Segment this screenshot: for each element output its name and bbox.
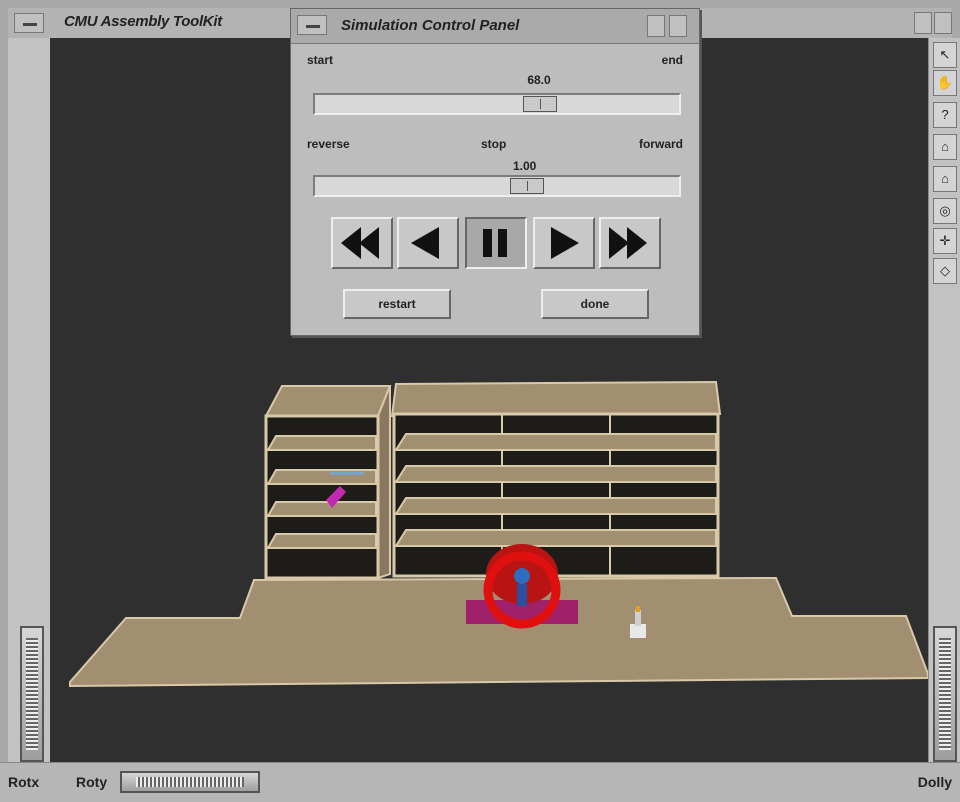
done-button[interactable]: done (541, 289, 649, 319)
roty-thumbwheel[interactable] (120, 771, 260, 793)
minimize-button[interactable] (914, 12, 932, 34)
help-icon[interactable]: ? (933, 102, 957, 128)
left-decoration (8, 38, 51, 762)
panel-menu-button[interactable] (297, 15, 327, 35)
viewer-bottom-bar: Rotx Roty Dolly (0, 762, 960, 802)
dolly-thumbwheel[interactable] (933, 626, 957, 762)
time-slider[interactable] (313, 93, 681, 115)
seek-icon[interactable]: ✛ (933, 228, 957, 254)
restart-button[interactable]: restart (343, 289, 451, 319)
view-hand-icon[interactable]: ✋ (933, 70, 957, 96)
speed-value: 1.00 (513, 159, 537, 173)
roty-label: Roty (76, 774, 108, 790)
reverse-play-icon (411, 227, 439, 259)
dolly-label: Dolly (917, 774, 952, 790)
left-shelf-unit (264, 385, 392, 580)
rotx-thumbwheel[interactable] (20, 626, 44, 762)
right-shelf-unit (390, 380, 722, 578)
rotx-label: Rotx (8, 774, 40, 790)
view-all-icon[interactable]: ◎ (933, 198, 957, 224)
play-icon (551, 227, 579, 259)
fast-rewind-button[interactable] (331, 217, 393, 269)
time-slider-thumb[interactable] (523, 96, 557, 112)
fast-rewind-icon (341, 227, 379, 259)
stop-label: stop (481, 137, 507, 151)
play-button[interactable] (533, 217, 595, 269)
main-window-title: CMU Assembly ToolKit (64, 13, 222, 30)
start-label: start (307, 53, 334, 67)
fast-forward-button[interactable] (599, 217, 661, 269)
pick-arrow-icon[interactable]: ↖ (933, 42, 957, 68)
end-label: end (661, 53, 683, 67)
panel-minimize-button[interactable] (647, 15, 665, 37)
time-value: 68.0 (527, 73, 551, 87)
simulation-control-panel: Simulation Control Panel start end 68.0 … (290, 8, 700, 336)
speed-slider-thumb[interactable] (510, 178, 544, 194)
forward-label: forward (638, 137, 683, 151)
reverse-label: reverse (307, 137, 350, 151)
pause-icon (483, 229, 507, 257)
maximize-button[interactable] (934, 12, 952, 34)
panel-maximize-button[interactable] (669, 15, 687, 37)
speed-slider[interactable] (313, 175, 681, 197)
viewer-toolbar: ↖ ✋ ? ⌂ ⌂ ◎ ✛ ◇ (928, 38, 960, 762)
home-icon[interactable]: ⌂ (933, 134, 957, 160)
panel-title-bar[interactable]: Simulation Control Panel (291, 9, 699, 44)
pause-button[interactable] (465, 217, 527, 269)
reverse-play-button[interactable] (397, 217, 459, 269)
fast-forward-icon (609, 227, 647, 259)
projection-icon[interactable]: ◇ (933, 258, 957, 284)
window-menu-button[interactable] (14, 13, 44, 33)
panel-title: Simulation Control Panel (341, 17, 520, 34)
set-home-icon[interactable]: ⌂ (933, 166, 957, 192)
